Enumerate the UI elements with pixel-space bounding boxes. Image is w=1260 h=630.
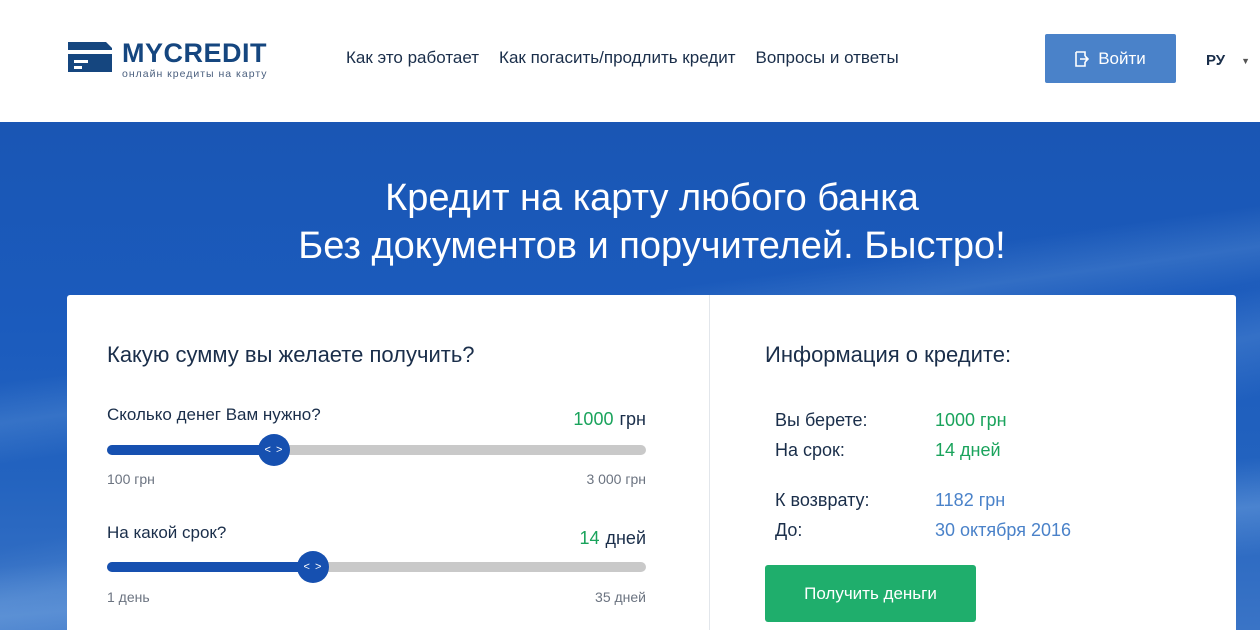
- term-value: 14 дней: [579, 528, 646, 549]
- amount-min-label: 100 грн: [107, 471, 155, 487]
- brand-logo[interactable]: MYCREDIT онлайн кредиты на карту: [66, 38, 276, 82]
- brand-name-part2: CREDIT: [163, 38, 267, 68]
- amount-number: 1000: [573, 409, 614, 429]
- term-unit: дней: [605, 528, 646, 548]
- language-label: РУ: [1206, 52, 1226, 69]
- login-button[interactable]: Войти: [1045, 34, 1176, 83]
- amount-max-label: 3 000 грн: [586, 471, 646, 487]
- info-key-due: До:: [775, 520, 803, 540]
- nav-item-how-it-works[interactable]: Как это работает: [346, 48, 479, 68]
- info-key-repay: К возврату:: [775, 490, 870, 510]
- info-title: Информация о кредите:: [765, 342, 1012, 367]
- term-label: На какой срок?: [107, 523, 227, 542]
- info-value-repay: 1182 грн: [935, 490, 1006, 510]
- term-max-label: 35 дней: [595, 589, 646, 605]
- amount-unit: грн: [619, 409, 646, 429]
- nav-item-faq[interactable]: Вопросы и ответы: [756, 48, 899, 68]
- amount-value: 1000 грн: [573, 409, 646, 430]
- term-slider-handle[interactable]: < >: [297, 551, 329, 583]
- info-value-take: 1000 грн: [935, 410, 1007, 430]
- nav-item-repay-extend[interactable]: Как погасить/продлить кредит: [499, 48, 735, 68]
- info-value-due: 30 октября 2016: [935, 520, 1072, 540]
- card-divider: [709, 295, 710, 630]
- hero-title: Кредит на карту любого банка Без докумен…: [0, 174, 1260, 270]
- hero-line-2: Без документов и поручителей. Быстро!: [298, 225, 1006, 267]
- credit-calculator-card: Какую сумму вы желаете получить? Сколько…: [67, 295, 1236, 630]
- brand-name: MYCREDIT: [122, 38, 267, 68]
- site-header: MYCREDIT онлайн кредиты на карту Как это…: [0, 0, 1260, 122]
- login-label: Войти: [1098, 48, 1146, 68]
- amount-slider-handle[interactable]: < >: [258, 434, 290, 466]
- calculator-title: Какую сумму вы желаете получить?: [107, 342, 475, 367]
- amount-slider[interactable]: < >: [107, 434, 646, 466]
- info-key-term: На срок:: [775, 440, 845, 460]
- brand-name-part1: MY: [122, 38, 164, 68]
- brand-tagline: онлайн кредиты на карту: [122, 68, 268, 80]
- caret-down-icon: ▼: [1241, 55, 1251, 66]
- sign-in-icon: [1075, 50, 1090, 67]
- main-nav: Как это работает Как погасить/продлить к…: [346, 48, 919, 68]
- term-slider-fill: [107, 562, 313, 572]
- term-number: 14: [579, 528, 600, 548]
- language-switcher[interactable]: РУ ▼: [1206, 52, 1250, 69]
- amount-slider-fill: [107, 445, 274, 455]
- credit-card-logo-icon: [68, 42, 112, 72]
- get-money-button[interactable]: Получить деньги: [765, 565, 976, 622]
- term-min-label: 1 день: [107, 589, 150, 605]
- info-key-take: Вы берете:: [775, 410, 868, 430]
- term-slider[interactable]: < >: [107, 551, 646, 583]
- hero-line-1: Кредит на карту любого банка: [385, 177, 919, 219]
- info-value-term: 14 дней: [935, 440, 1001, 460]
- amount-label: Сколько денег Вам нужно?: [107, 405, 321, 424]
